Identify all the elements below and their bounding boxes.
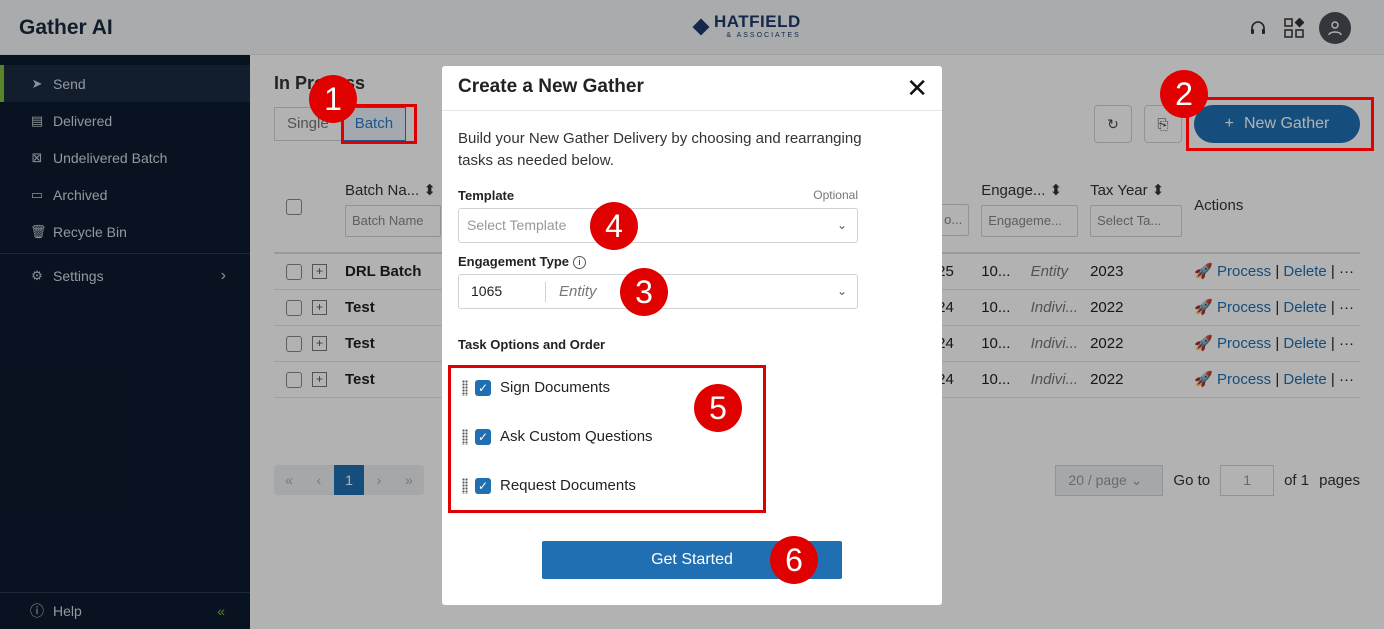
callout-badge-2: 2 [1160, 70, 1208, 118]
close-icon[interactable]: ✕ [906, 75, 928, 101]
dialog-title: Create a New Gather [442, 66, 942, 111]
callout-badge-5: 5 [694, 384, 742, 432]
task-options-label: Task Options and Order [458, 337, 606, 352]
template-select[interactable]: Select Template ⌄ [458, 208, 858, 243]
callout-highlight-new-gather [1186, 97, 1374, 151]
chevron-down-icon: ⌄ [836, 284, 847, 298]
chevron-down-icon: ⌄ [836, 218, 847, 232]
field-divider [545, 282, 546, 302]
callout-badge-3: 3 [620, 268, 668, 316]
create-gather-dialog: Create a New Gather ✕ Build your New Gat… [442, 66, 942, 605]
dialog-description: Build your New Gather Delivery by choosi… [458, 130, 862, 169]
callout-badge-1: 1 [309, 75, 357, 123]
optional-label: Optional [813, 188, 858, 202]
template-label: Template [458, 188, 515, 203]
callout-badge-6: 6 [770, 536, 818, 584]
engagement-type-value: Entity [559, 283, 597, 300]
engagement-code: 1065 [471, 283, 503, 299]
engagement-type-label: Engagement Type i [458, 254, 587, 270]
callout-badge-4: 4 [590, 202, 638, 250]
info-icon[interactable]: i [573, 256, 587, 270]
